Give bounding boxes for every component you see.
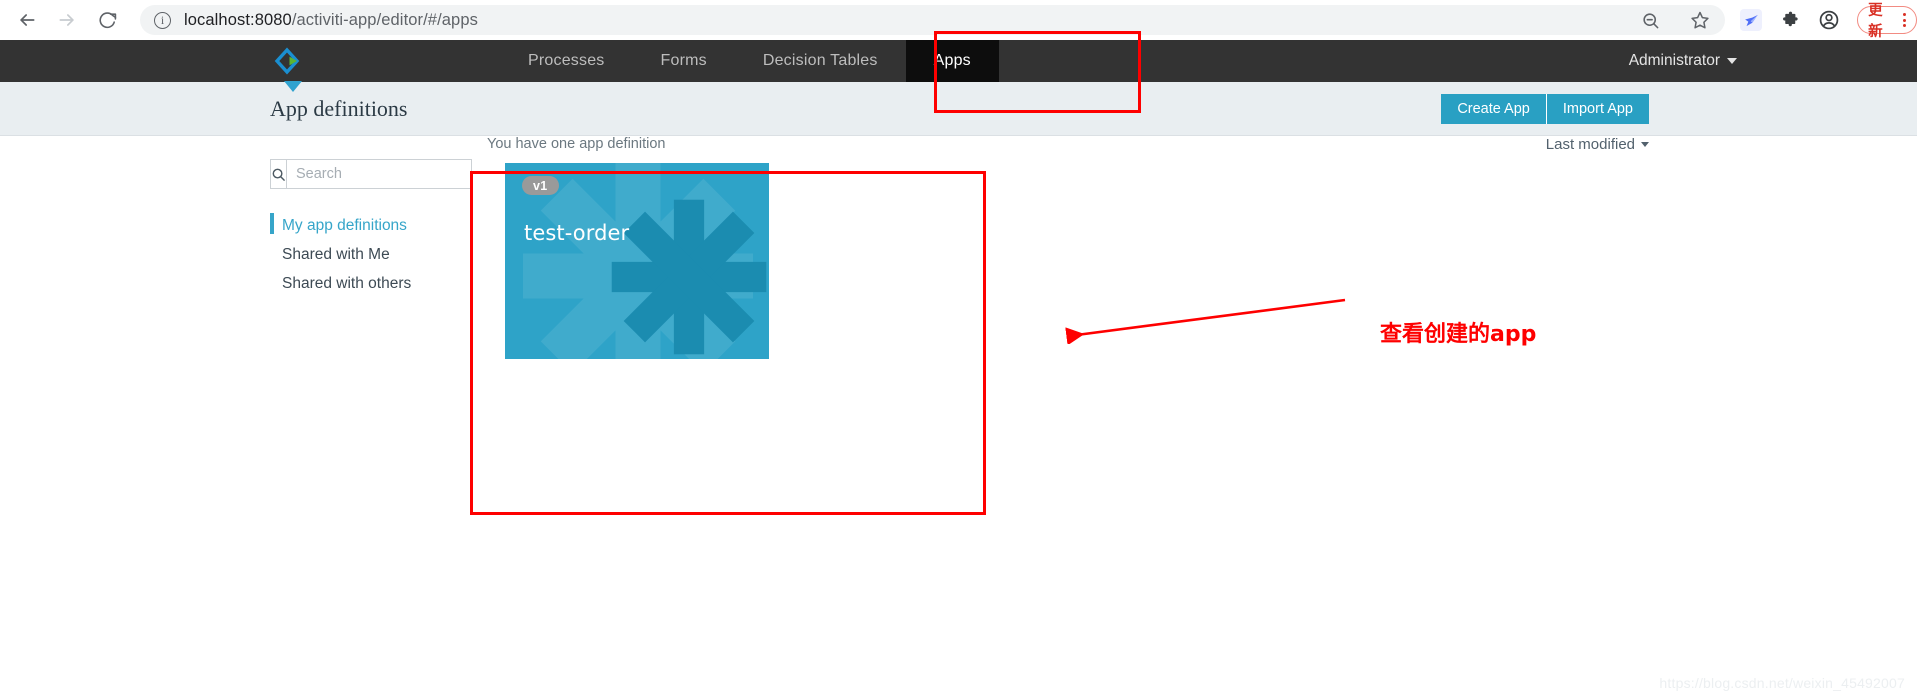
search-input[interactable]: [287, 160, 492, 188]
tab-decision-tables[interactable]: Decision Tables: [735, 40, 906, 82]
activiti-logo-icon[interactable]: [272, 46, 302, 76]
annotation-arrow-icon: [1065, 298, 1346, 344]
import-app-button[interactable]: Import App: [1545, 93, 1649, 124]
bookmark-star-icon[interactable]: [1685, 5, 1715, 35]
annotation-box-app-card: [470, 171, 986, 515]
app-count-note: You have one app definition: [487, 136, 666, 152]
tab-processes-label: Processes: [528, 52, 605, 69]
reload-icon[interactable]: [90, 3, 124, 37]
profile-avatar-icon[interactable]: [1814, 5, 1843, 35]
sort-control-label: Last modified: [1545, 136, 1635, 153]
sidebar-item-label: Shared with others: [282, 274, 412, 292]
sidebar-item-label: My app definitions: [282, 216, 407, 234]
url-path: /activiti-app/editor/#/apps: [291, 10, 478, 29]
watermark: https://blog.csdn.net/weixin_45492007: [1659, 675, 1905, 691]
sidebar: My app definitions Shared with Me Shared…: [270, 159, 492, 298]
browser-menu-icon[interactable]: [1897, 13, 1912, 27]
header-actions: Create App Import App: [1441, 93, 1649, 124]
update-button[interactable]: 更新: [1857, 3, 1917, 40]
extension-bird-icon[interactable]: [1737, 5, 1766, 35]
search-icon: [271, 160, 287, 188]
zoom-out-icon[interactable]: [1635, 5, 1665, 35]
annotation-box-apps-tab: [934, 31, 1141, 113]
sidebar-item-shared-with-me[interactable]: Shared with Me: [270, 240, 470, 269]
annotation-text: 查看创建的app: [1380, 322, 1537, 347]
omnibox-actions: [1635, 5, 1715, 35]
page-title: App definitions: [270, 95, 408, 121]
create-app-button[interactable]: Create App: [1441, 93, 1546, 124]
extensions-puzzle-icon[interactable]: [1776, 5, 1805, 35]
sidebar-list: My app definitions Shared with Me Shared…: [270, 211, 470, 298]
tab-processes[interactable]: Processes: [500, 40, 633, 82]
url-host: localhost:8080: [184, 10, 292, 29]
sidebar-item-shared-with-others[interactable]: Shared with others: [270, 269, 470, 298]
update-label: 更新: [1868, 3, 1883, 40]
forward-icon[interactable]: [50, 3, 84, 37]
site-info-icon[interactable]: i: [154, 11, 171, 29]
user-menu-label: Administrator: [1628, 52, 1720, 69]
sidebar-item-my-app-definitions[interactable]: My app definitions: [270, 211, 470, 240]
user-menu[interactable]: Administrator: [1629, 52, 1737, 70]
address-bar[interactable]: i localhost:8080/activiti-app/editor/#/a…: [140, 5, 1726, 35]
back-icon[interactable]: [10, 3, 44, 37]
search-box[interactable]: [270, 159, 492, 189]
sidebar-item-label: Shared with Me: [282, 245, 390, 263]
tab-forms[interactable]: Forms: [633, 40, 735, 82]
browser-nav-buttons: [0, 3, 124, 37]
navbar-tabs: Processes Forms Decision Tables Apps: [500, 40, 999, 90]
chevron-down-icon: [1727, 58, 1737, 64]
sort-control[interactable]: Last modified: [1546, 136, 1649, 153]
url-text: localhost:8080/activiti-app/editor/#/app…: [184, 11, 478, 30]
header-caret-icon: [284, 81, 302, 92]
tab-forms-label: Forms: [660, 52, 707, 69]
chevron-down-icon: [1641, 142, 1649, 147]
browser-extension-icons: 更新: [1725, 3, 1917, 40]
tab-decision-tables-label: Decision Tables: [762, 52, 878, 69]
